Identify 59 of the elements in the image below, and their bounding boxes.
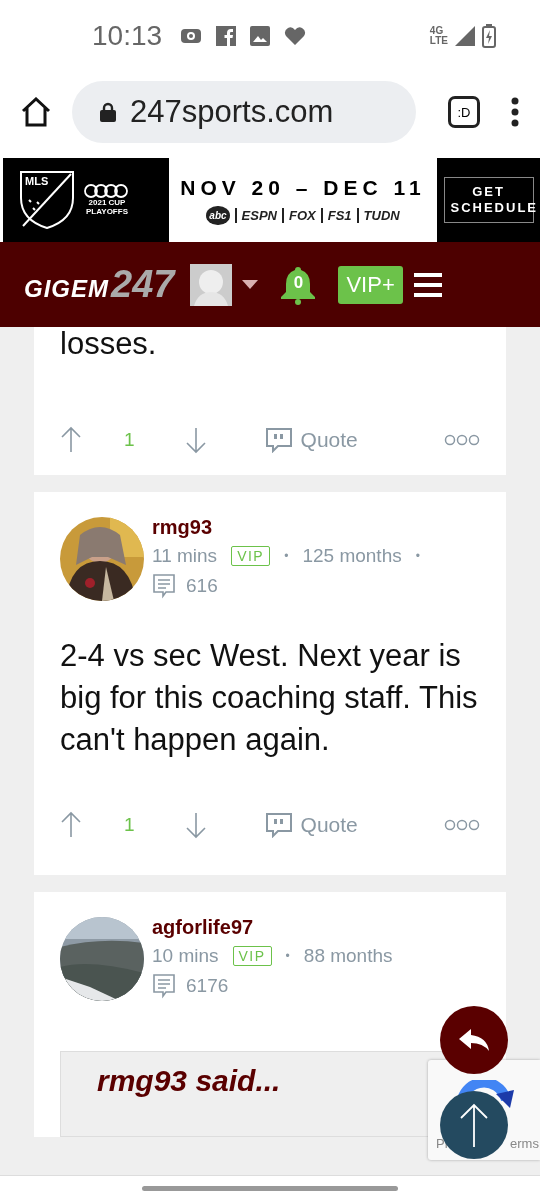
reply-icon [457, 1027, 491, 1053]
facebook-icon [216, 26, 237, 46]
more-icon[interactable] [444, 819, 480, 831]
vip-badge: VIP [231, 546, 271, 566]
vote-count: 1 [124, 814, 135, 836]
event-label: 2021 CUP PLAYOFFS [83, 184, 131, 216]
signal-icon [454, 25, 476, 47]
lock-icon [100, 102, 116, 122]
battery-icon [482, 24, 496, 48]
upvote-icon[interactable] [60, 811, 82, 839]
network-logo: FS1 [320, 207, 352, 223]
quote-icon [264, 812, 293, 838]
post-time: 11 mins [152, 545, 218, 567]
arrow-up-icon [459, 1103, 489, 1147]
member-tenure: 125 months [302, 545, 402, 567]
address-bar[interactable]: 247sports.com [72, 81, 416, 143]
schedule-button[interactable]: GET SCHEDULE [443, 177, 534, 223]
tab-switcher[interactable]: :D [448, 96, 480, 128]
member-tenure: 88 months [303, 945, 393, 967]
user-avatar[interactable] [190, 263, 233, 306]
network-logo: abc [206, 205, 230, 225]
quote-header: rmg93 said... [97, 1064, 281, 1097]
network-logo: ESPN [234, 207, 277, 223]
separator: • [285, 949, 290, 963]
menu-icon[interactable] [412, 271, 443, 298]
terms-link[interactable]: erms [510, 1136, 539, 1151]
more-icon[interactable] [444, 434, 480, 446]
vote-count: 1 [124, 429, 135, 451]
author-name[interactable]: agforlife97 [152, 916, 393, 939]
comment-icon [152, 973, 176, 999]
clock: 10:13 [92, 20, 163, 52]
image-icon [250, 26, 271, 46]
separator: • [284, 549, 289, 563]
post-count: 616 [186, 575, 218, 597]
league-crest: MLS [19, 170, 75, 230]
vip-badge: VIP [232, 946, 272, 966]
post-text: losses. [60, 327, 158, 361]
downvote-icon[interactable] [184, 811, 207, 839]
downvote-icon[interactable] [184, 426, 207, 454]
upvote-icon[interactable] [60, 426, 82, 454]
network-logo: TUDN [356, 207, 400, 223]
post-text: 2-4 vs sec West. Next year is big for this coaching staff. This can't happen again. [60, 637, 479, 759]
network-logo: FOX [281, 207, 316, 223]
quote-icon [264, 427, 293, 453]
ad-dates: NOV 20 – DEC 11 [180, 175, 426, 200]
site-logo[interactable]: GIGEM247 [24, 263, 175, 306]
dropdown-caret-icon[interactable] [242, 279, 259, 290]
home-icon[interactable] [20, 97, 52, 127]
separator: • [415, 549, 420, 563]
author-name[interactable]: rmg93 [152, 516, 420, 539]
menu-icon[interactable] [510, 97, 520, 127]
network-indicator: 4G LTE [429, 26, 448, 46]
heart-icon [284, 26, 307, 46]
radio-icon [180, 27, 203, 45]
rings-icon [83, 184, 131, 198]
ad-banner[interactable]: MLS 2021 CUP PLAYOFFS NOV 20 – DEC 11 abc ESPN FOX FS1 TUDN GET SCHEDULE [3, 158, 540, 242]
comment-icon [152, 573, 176, 599]
post-time: 10 mins [152, 945, 219, 967]
post-count: 6176 [186, 975, 229, 997]
